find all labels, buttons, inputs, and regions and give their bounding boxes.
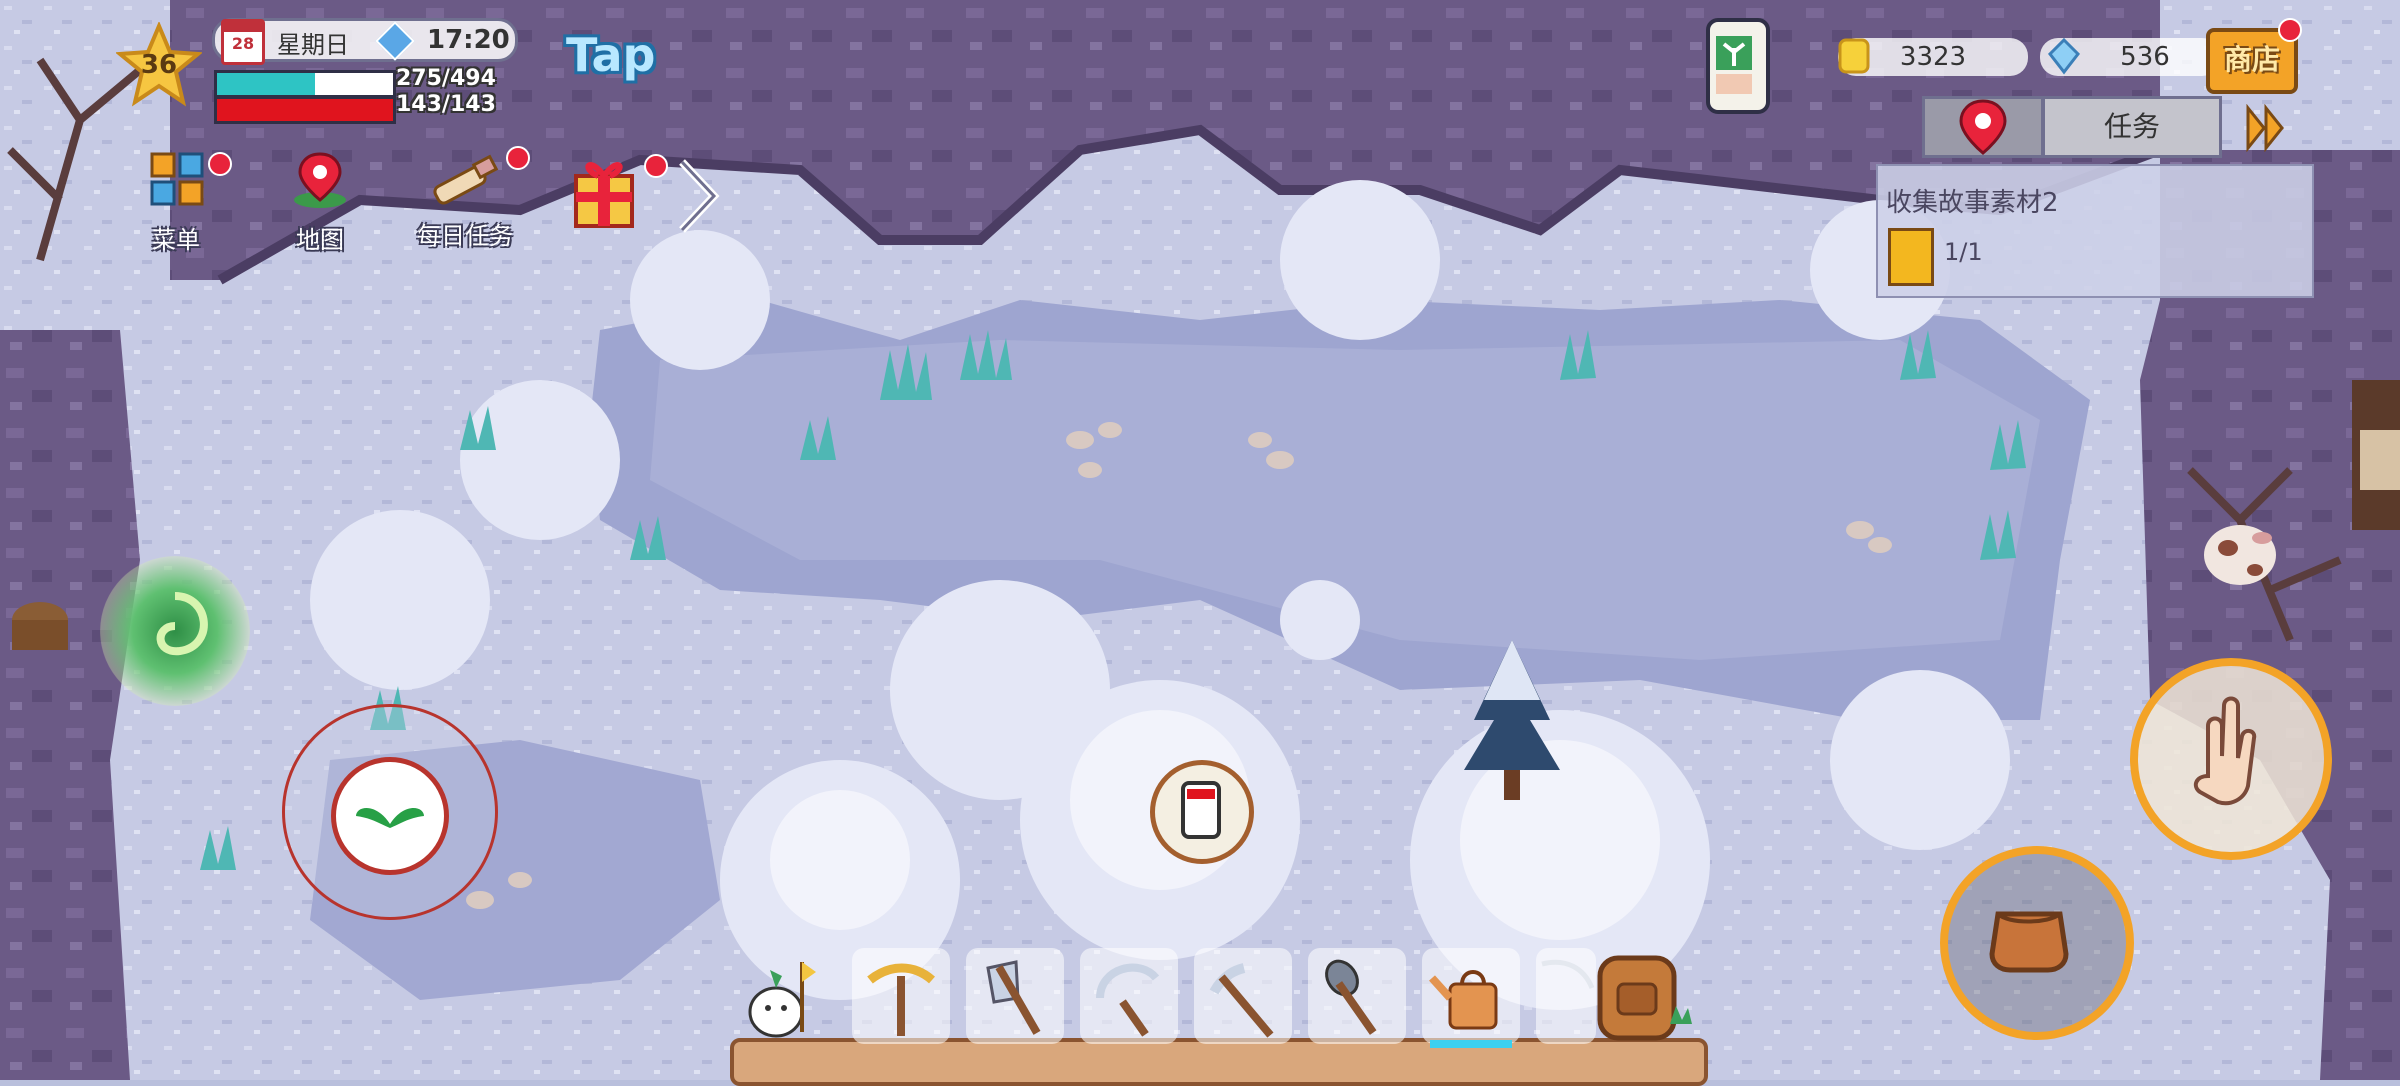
- gem-counter: 536: [2040, 37, 2220, 76]
- stamina-bar-fill: [217, 99, 393, 121]
- interact-hand-button[interactable]: [2130, 658, 2332, 860]
- gift-button[interactable]: [570, 150, 668, 232]
- phone-card-button[interactable]: [1706, 18, 1770, 114]
- pickaxe-icon: [867, 963, 935, 1036]
- gem-icon: [2048, 37, 2080, 75]
- sickle-icon: [1096, 963, 1160, 1037]
- player-level: 36: [140, 50, 178, 80]
- stamina-bar: [214, 96, 396, 124]
- sprout-icon: [1716, 36, 1752, 94]
- shop-notification-dot: [2278, 18, 2302, 42]
- gift-notification-dot: [644, 154, 668, 178]
- tool-slot-fishing-rod[interactable]: [1536, 948, 1596, 1044]
- leaf-icon: [356, 807, 424, 828]
- player-level-badge[interactable]: 36: [114, 20, 204, 108]
- quest-progress: 1/1: [1944, 238, 1983, 266]
- joystick-knob[interactable]: [331, 757, 449, 875]
- map-label: 地图: [296, 226, 344, 254]
- gem-value: 536: [2120, 42, 2170, 72]
- bag-icon: [1989, 911, 2069, 973]
- tool-slot-shovel[interactable]: [1308, 948, 1406, 1044]
- tool-slot-pickaxe[interactable]: [852, 948, 950, 1044]
- daily-task-notification-dot: [506, 146, 530, 170]
- shop-label: 商店: [2223, 43, 2280, 76]
- menu-label: 菜单: [152, 226, 200, 254]
- double-arrow-icon: [2246, 103, 2284, 153]
- calendar-badge: 28: [231, 34, 255, 53]
- location-pin-icon: [1959, 99, 2007, 155]
- toolbar-shelf: [730, 1038, 1708, 1086]
- task-button-label: 任务: [2103, 110, 2160, 143]
- tool-slot-axe[interactable]: [966, 948, 1064, 1044]
- gold-counter: 3323: [1838, 38, 2028, 76]
- hp-value: 275/494: [396, 66, 496, 91]
- daily-task-shortcut[interactable]: 每日任务: [410, 146, 530, 250]
- quest-location-button[interactable]: [1922, 96, 2044, 158]
- phone-icon: [1181, 781, 1221, 839]
- watering-can-icon: [1429, 970, 1498, 1030]
- tool-slot-hoe[interactable]: [1194, 948, 1292, 1044]
- tap-button[interactable]: Tap: [566, 28, 655, 82]
- tool-slot-watering-can[interactable]: [1422, 948, 1520, 1048]
- daily-task-label: 每日任务: [417, 222, 513, 250]
- weather-icon: [375, 21, 415, 61]
- mascot-icon: [748, 962, 816, 1038]
- watering-can-water-bar: [1430, 1040, 1512, 1048]
- tool-slot-backpack[interactable]: [1590, 944, 1694, 1044]
- phone-button[interactable]: [1150, 760, 1254, 864]
- calendar-icon: 28: [221, 19, 265, 65]
- quest-panel[interactable]: 收集故事素材2 1/1: [1876, 164, 2314, 298]
- quest-title: 收集故事素材2: [1886, 188, 2059, 218]
- axe-icon: [986, 960, 1041, 1035]
- menu-grid-icon: [150, 152, 204, 206]
- pet-companion: [744, 952, 816, 1042]
- shop-button[interactable]: 商店: [2206, 18, 2302, 94]
- fishing-rod-icon: [1541, 959, 1595, 990]
- swirl-icon: [156, 592, 208, 656]
- gift-box-icon: [574, 162, 634, 228]
- hoe-icon: [1209, 963, 1274, 1038]
- map-shortcut[interactable]: 地图: [280, 150, 360, 254]
- chevron-right-icon: [679, 159, 720, 233]
- teleport-portal-button[interactable]: [100, 556, 250, 706]
- weekday-label: 星期日: [277, 31, 349, 59]
- time-label: 17:20: [427, 25, 510, 55]
- collapse-tasks-button[interactable]: [2244, 103, 2288, 153]
- movement-joystick[interactable]: [282, 704, 498, 920]
- tool-slot-sickle[interactable]: [1080, 948, 1178, 1044]
- stamina-value: 143/143: [396, 92, 496, 117]
- menu-shortcut[interactable]: 菜单: [136, 150, 232, 254]
- task-button[interactable]: 任务: [2042, 96, 2222, 158]
- quest-item-icon: [1888, 228, 1934, 286]
- gold-value: 3323: [1899, 42, 1967, 72]
- menu-notification-dot: [208, 152, 232, 176]
- shovel-icon: [1325, 959, 1377, 1035]
- expand-arrow-button[interactable]: [676, 156, 720, 236]
- telescope-icon: [433, 154, 499, 205]
- hand-icon: [2193, 696, 2257, 806]
- hp-bar: [214, 70, 396, 98]
- backpack-icon: [1597, 955, 1692, 1041]
- inventory-bag-button[interactable]: [1940, 846, 2134, 1040]
- hp-bar-fill: [217, 73, 316, 95]
- map-pin-icon: [294, 152, 346, 208]
- cow-npc: [2204, 525, 2276, 585]
- date-time-pill: 28 星期日 17:20: [212, 18, 518, 65]
